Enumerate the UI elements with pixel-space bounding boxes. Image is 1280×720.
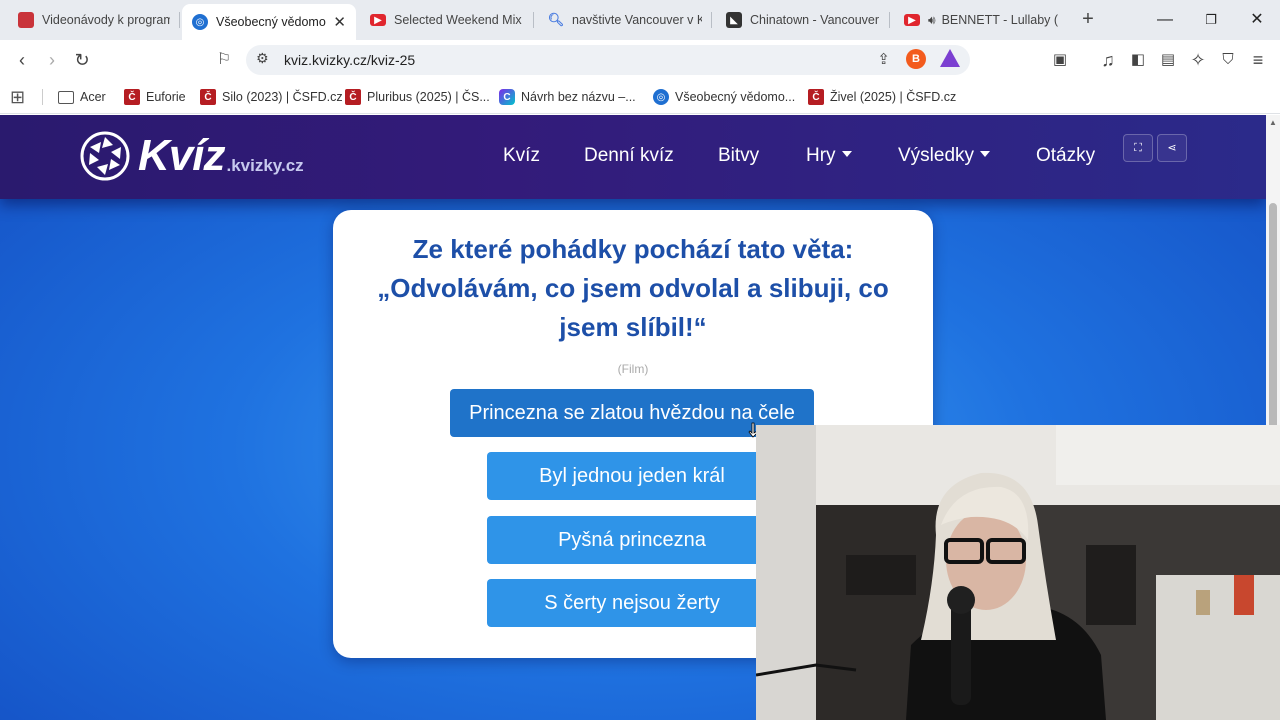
- bookmark-icon[interactable]: ⚐: [212, 48, 236, 72]
- site-logo[interactable]: Kvíz .kvizky.cz: [80, 130, 304, 182]
- tab-2[interactable]: ▶ Selected Weekend Mix: [360, 4, 534, 36]
- answer-button[interactable]: Pyšná princezna: [487, 516, 777, 564]
- bookmark-label: Euforie: [146, 90, 186, 104]
- nav-kviz[interactable]: Kvíz: [503, 145, 540, 167]
- reader-mode-icon[interactable]: ▣: [1048, 48, 1072, 72]
- caret-down-icon: [980, 150, 991, 157]
- nav-hry-label: Hry: [806, 145, 836, 166]
- nav-hry[interactable]: Hry: [806, 145, 852, 167]
- brave-rewards-icon[interactable]: [940, 49, 960, 67]
- question-category: (Film): [617, 362, 649, 376]
- share-icon: ⋖: [1167, 142, 1177, 154]
- webcam-video-image: [756, 425, 1280, 720]
- tab-title: BENNETT - Lullaby (: [941, 13, 1058, 27]
- apps-icon[interactable]: ⊞: [10, 87, 25, 107]
- tab-3[interactable]: 🔍︎ navštivte Vancouver v K: [538, 4, 712, 36]
- nav-otazky[interactable]: Otázky: [1036, 145, 1095, 167]
- globe-icon: ◎: [192, 14, 208, 30]
- bookmark-label: Pluribus (2025) | ČS...: [367, 90, 490, 104]
- tab-separator: [179, 12, 180, 28]
- url-text: kviz.kvizky.cz/kviz-25: [284, 52, 416, 68]
- browser-toolbar: ‹ › ↻ ⚐ ⚙ kviz.kvizky.cz/kviz-25 ⇪ B ▣ ♫…: [0, 40, 1280, 80]
- site-settings-icon[interactable]: ⚙: [256, 50, 269, 67]
- csfd-icon: Č: [808, 89, 824, 105]
- channel-icon: [18, 12, 34, 28]
- tab-0[interactable]: Videonávody k programu: [8, 4, 180, 36]
- csfd-icon: Č: [345, 89, 361, 105]
- scroll-up-icon[interactable]: ▲: [1269, 119, 1277, 127]
- leo-ai-icon[interactable]: ✧: [1186, 48, 1210, 72]
- sidebar-icon[interactable]: ◧: [1126, 48, 1150, 72]
- tab-separator: [711, 12, 712, 28]
- folder-icon: [58, 90, 74, 104]
- bookmark-vseobecny[interactable]: ◎ Všeobecný vědomo...: [653, 87, 795, 107]
- question-text: Ze které pohádky pochází tato věta: „Odv…: [377, 234, 889, 342]
- canva-icon: C: [499, 89, 515, 105]
- youtube-icon: ▶: [370, 14, 386, 26]
- tab-title: Selected Weekend Mix: [394, 13, 522, 27]
- music-icon[interactable]: ♫: [1096, 48, 1120, 72]
- bookmarks-bar: ⊞ Acer Č Euforie Č Silo (2023) | ČSFD.cz…: [0, 80, 1280, 114]
- tab-5[interactable]: ▶ 🔊︎ BENNETT - Lullaby (: [894, 4, 1068, 36]
- nav-vysledky[interactable]: Výsledky: [898, 145, 991, 167]
- site-navbar: Kvíz .kvizky.cz Kvíz Denní kvíz Bitvy Hr…: [0, 115, 1266, 199]
- site-icon: ◣: [726, 12, 742, 28]
- logo-main-text: Kvíz: [138, 131, 225, 180]
- vpn-icon[interactable]: ⛉: [1216, 48, 1240, 72]
- restore-button[interactable]: ❐: [1188, 6, 1234, 34]
- fullscreen-button[interactable]: ⛶: [1123, 134, 1153, 162]
- bookmark-label: Návrh bez názvu –...: [521, 90, 636, 104]
- forward-icon[interactable]: ›: [40, 48, 64, 72]
- bookmark-acer[interactable]: Acer: [58, 87, 106, 107]
- youtube-icon: ▶: [904, 14, 920, 26]
- speaker-icon[interactable]: 🔊︎: [928, 13, 936, 28]
- address-bar[interactable]: ⚙ kviz.kvizky.cz/kviz-25 ⇪ B: [246, 45, 970, 75]
- bookmark-pluribus[interactable]: Č Pluribus (2025) | ČS...: [345, 87, 490, 107]
- brave-shield-icon[interactable]: B: [906, 49, 926, 69]
- share-button[interactable]: ⋖: [1157, 134, 1187, 162]
- nav-bitvy[interactable]: Bitvy: [718, 145, 759, 167]
- share-icon[interactable]: ⇪: [877, 50, 890, 68]
- nav-denni-kviz[interactable]: Denní kvíz: [584, 145, 674, 167]
- nav-vysledky-label: Výsledky: [898, 145, 975, 166]
- bookmark-euforie[interactable]: Č Euforie: [124, 87, 186, 107]
- csfd-icon: Č: [200, 89, 216, 105]
- bookmark-navrh[interactable]: C Návrh bez názvu –...: [499, 87, 636, 107]
- tab-strip: Videonávody k programu ◎ Všeobecný vědom…: [0, 0, 1280, 40]
- tab-title: Všeobecný vědomo: [216, 15, 326, 29]
- tab-4[interactable]: ◣ Chinatown - Vancouver: [716, 4, 890, 36]
- bookmark-silo[interactable]: Č Silo (2023) | ČSFD.cz: [200, 87, 343, 107]
- tab-title: Videonávody k programu: [42, 13, 170, 27]
- bookmark-label: Acer: [80, 90, 106, 104]
- close-icon[interactable]: ✕: [333, 13, 346, 31]
- webcam-overlay: [756, 425, 1280, 720]
- fullscreen-icon: ⛶: [1134, 142, 1142, 154]
- menu-icon[interactable]: ≡: [1246, 48, 1270, 72]
- bookmarks-divider: [42, 89, 43, 105]
- tab-separator: [889, 12, 890, 28]
- tab-title: Chinatown - Vancouver: [750, 13, 880, 27]
- aperture-logo-icon: [80, 131, 130, 181]
- back-icon[interactable]: ‹: [10, 48, 34, 72]
- bookmark-label: Všeobecný vědomo...: [675, 90, 796, 104]
- caret-down-icon: [841, 150, 852, 157]
- answer-button[interactable]: S čerty nejsou žerty: [487, 579, 777, 627]
- search-icon: 🔍︎: [547, 12, 565, 27]
- csfd-icon: Č: [124, 89, 140, 105]
- bookmark-label: Silo (2023) | ČSFD.cz: [222, 90, 343, 104]
- reload-icon[interactable]: ↻: [70, 48, 94, 72]
- minimize-button[interactable]: —: [1142, 6, 1188, 34]
- window-close-button[interactable]: ✕: [1234, 6, 1280, 34]
- bookmark-zivel[interactable]: Č Živel (2025) | ČSFD.cz: [808, 87, 956, 107]
- wallet-icon[interactable]: ▤: [1156, 48, 1180, 72]
- globe-icon: ◎: [653, 89, 669, 105]
- bookmark-label: Živel (2025) | ČSFD.cz: [830, 90, 957, 104]
- new-tab-button[interactable]: +: [1078, 8, 1098, 30]
- tab-separator: [533, 12, 534, 28]
- logo-sub-text: .kvizky.cz: [226, 156, 304, 175]
- tab-1[interactable]: ◎ Všeobecný vědomo ✕: [182, 4, 356, 40]
- answer-button[interactable]: Byl jednou jeden král: [487, 452, 777, 500]
- tab-title: navštivte Vancouver v K: [572, 13, 702, 27]
